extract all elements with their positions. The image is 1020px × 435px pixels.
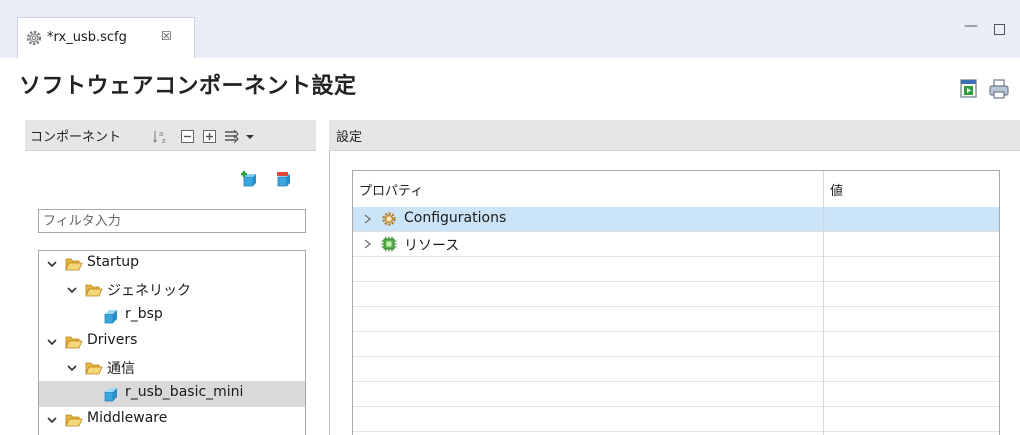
folder-open-icon xyxy=(65,336,83,349)
tree-component-item[interactable]: r_bsp xyxy=(39,303,305,329)
gear-icon xyxy=(26,30,42,46)
expand-all-icon[interactable] xyxy=(202,129,217,144)
tree-folder-item[interactable]: 通信 xyxy=(39,355,305,381)
settings-panel-header: 設定 xyxy=(329,120,1020,151)
chevron-down-icon[interactable] xyxy=(47,337,57,347)
chevron-right-icon[interactable] xyxy=(363,214,372,224)
filter-options-icon[interactable] xyxy=(224,129,242,144)
chevron-down-icon[interactable] xyxy=(67,285,77,295)
tree-folder-item[interactable]: ジェネリック xyxy=(39,277,305,303)
property-label: Configurations xyxy=(404,210,507,226)
settings-panel-title: 設定 xyxy=(336,130,363,145)
minimize-button[interactable]: — xyxy=(964,18,978,34)
components-panel: コンポーネント a z フィルタ入力 Startup ジェネリック r_bsp … xyxy=(25,120,316,435)
collapse-all-icon[interactable] xyxy=(180,129,195,144)
column-header-label: プロパティ xyxy=(359,184,424,199)
svg-text:z: z xyxy=(162,137,166,144)
component-tree: Startup ジェネリック r_bsp Drivers 通信 r_usb_basic_m… xyxy=(38,250,306,435)
tree-item-label: r_usb_basic_mini xyxy=(125,384,244,400)
property-row[interactable]: リソース xyxy=(353,232,999,257)
close-icon[interactable]: ☒ xyxy=(161,29,172,43)
tree-item-label: Middleware xyxy=(87,410,168,426)
tree-item-label: Drivers xyxy=(87,332,138,348)
tree-item-label: Startup xyxy=(87,254,139,270)
filter-input[interactable] xyxy=(38,209,306,233)
print-icon[interactable] xyxy=(988,78,1010,100)
chevron-right-icon[interactable] xyxy=(363,239,372,249)
chevron-down-icon[interactable] xyxy=(67,363,77,373)
column-divider[interactable] xyxy=(823,171,824,435)
property-label: リソース xyxy=(404,238,460,254)
tab-label: *rx_usb.scfg xyxy=(47,30,127,45)
empty-row xyxy=(353,357,999,382)
empty-row xyxy=(353,257,999,282)
gear-icon xyxy=(382,212,396,226)
tree-component-item[interactable]: r_usb_basic_mini xyxy=(39,381,305,407)
component-cube-icon xyxy=(104,388,117,402)
editor-tab-bar: *rx_usb.scfg ☒ — xyxy=(0,0,1020,58)
column-header-value[interactable]: 値 xyxy=(824,171,999,206)
components-panel-header: コンポーネント a z xyxy=(25,120,316,151)
property-row[interactable]: Configurations xyxy=(353,207,999,232)
tree-folder-item[interactable]: Startup xyxy=(39,251,305,277)
panel-divider[interactable] xyxy=(329,151,330,435)
remove-component-icon[interactable] xyxy=(275,170,293,188)
tree-item-label: ジェネリック xyxy=(107,283,191,299)
chevron-down-icon[interactable] xyxy=(47,415,57,425)
tab-rx-usb-scfg[interactable]: *rx_usb.scfg ☒ xyxy=(17,17,195,58)
chevron-down-icon[interactable] xyxy=(47,259,57,269)
empty-row xyxy=(353,307,999,332)
empty-row xyxy=(353,332,999,357)
tree-folder-item[interactable]: Drivers xyxy=(39,329,305,355)
chip-icon xyxy=(381,236,397,252)
column-header-label: 値 xyxy=(830,184,844,199)
empty-row xyxy=(353,407,999,432)
empty-row xyxy=(353,382,999,407)
component-cube-icon xyxy=(104,310,117,324)
page-title: ソフトウェアコンポーネント設定 xyxy=(19,74,357,99)
empty-row xyxy=(353,282,999,307)
generate-code-icon[interactable] xyxy=(958,78,980,100)
sort-alphabetical-icon[interactable]: a z xyxy=(153,129,168,144)
tree-item-label: r_bsp xyxy=(125,306,163,322)
column-header-property[interactable]: プロパティ xyxy=(353,171,823,206)
maximize-button[interactable] xyxy=(994,24,1005,35)
folder-open-icon xyxy=(85,284,103,297)
folder-open-icon xyxy=(85,362,103,375)
add-component-icon[interactable] xyxy=(240,170,258,188)
property-table: プロパティ 値 Configurations リソース xyxy=(352,170,1000,435)
tree-folder-item[interactable]: Middleware xyxy=(39,407,305,433)
view-menu-chevron-down-icon[interactable] xyxy=(245,129,255,144)
folder-open-icon xyxy=(65,414,83,427)
components-panel-title: コンポーネント xyxy=(30,130,122,145)
page-header: ソフトウェアコンポーネント設定 xyxy=(0,58,1020,108)
tree-item-label: 通信 xyxy=(107,361,135,377)
folder-open-icon xyxy=(65,258,83,271)
